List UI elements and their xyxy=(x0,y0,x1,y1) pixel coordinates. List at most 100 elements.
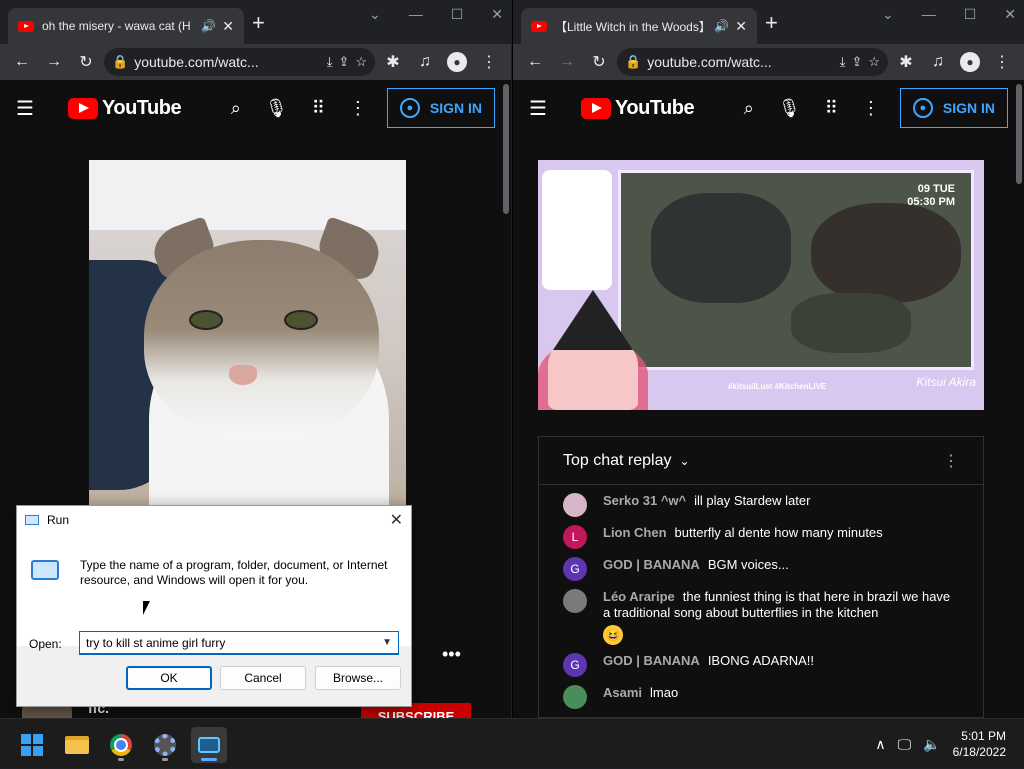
chat-author-avatar[interactable]: G xyxy=(563,653,587,677)
youtube-wordmark: YouTube xyxy=(102,96,182,119)
new-tab-button[interactable]: + xyxy=(252,12,265,34)
speaker-icon[interactable]: 🔊 xyxy=(714,19,729,33)
video-player[interactable] xyxy=(89,160,406,560)
chat-message-body: Léo Araripe the funniest thing is that he… xyxy=(603,589,959,645)
media-control-icon[interactable]: ♫ xyxy=(411,48,439,76)
bookmark-star-icon[interactable]: ☆ xyxy=(355,54,367,70)
maximize-button[interactable]: ☐ xyxy=(451,6,464,23)
reload-button[interactable]: ↻ xyxy=(72,48,100,76)
map-region xyxy=(811,203,961,303)
tab-wawa-cat[interactable]: oh the misery - wawa cat (H 🔊 ✕ xyxy=(8,8,244,44)
taskbar-chrome[interactable] xyxy=(103,727,139,763)
dropdown-arrow-icon[interactable]: ▼ xyxy=(382,637,392,648)
chevron-down-icon[interactable]: ⌄ xyxy=(369,6,381,23)
microphone-icon[interactable]: 🎙 xyxy=(778,98,801,119)
microphone-icon[interactable]: 🎙 xyxy=(265,98,288,119)
chat-message: G GOD | BANANA IBONG ADARNA!! xyxy=(539,649,983,681)
run-dialog: Run ✕ Type the name of a program, folder… xyxy=(16,505,412,707)
browser-menu-button[interactable]: ⋮ xyxy=(475,48,503,76)
chat-author-name[interactable]: Léo Araripe xyxy=(603,589,675,604)
sign-in-button[interactable]: ● SIGN IN xyxy=(899,88,1008,128)
speaker-icon[interactable]: 🔊 xyxy=(201,19,216,33)
close-tab-icon[interactable]: ✕ xyxy=(735,18,747,35)
start-button[interactable] xyxy=(14,727,50,763)
sign-in-button[interactable]: ● SIGN IN xyxy=(386,88,495,128)
browser-menu-button[interactable]: ⋮ xyxy=(988,48,1016,76)
taskbar-file-explorer[interactable] xyxy=(59,727,95,763)
scrollbar-thumb[interactable] xyxy=(1016,84,1022,184)
chat-message-text: IBONG ADARNA!! xyxy=(707,653,815,668)
hamburger-menu-icon[interactable]: ☰ xyxy=(529,96,555,121)
chat-author-name[interactable]: Lion Chen xyxy=(603,525,667,540)
volume-icon[interactable]: 🔈 xyxy=(923,736,940,753)
back-button[interactable]: ← xyxy=(8,48,36,76)
chat-more-icon[interactable]: ⋮ xyxy=(943,451,959,471)
media-control-icon[interactable]: ♫ xyxy=(924,48,952,76)
chat-author-avatar[interactable]: L xyxy=(563,525,587,549)
chat-mode-selector[interactable]: Top chat replay xyxy=(563,452,672,470)
close-icon[interactable]: ✕ xyxy=(390,510,403,530)
taskbar-settings[interactable] xyxy=(147,727,183,763)
address-bar[interactable]: 🔒 youtube.com/watc... ⤓ ⇪ ☆ xyxy=(617,48,888,76)
close-window-button[interactable]: ✕ xyxy=(491,6,503,23)
youtube-logo[interactable]: YouTube xyxy=(68,96,182,120)
ok-button[interactable]: OK xyxy=(126,666,212,690)
more-vert-icon[interactable]: ⋮ xyxy=(349,98,367,119)
reload-button[interactable]: ↻ xyxy=(585,48,613,76)
more-actions-icon[interactable]: ••• xyxy=(442,644,461,665)
network-icon[interactable]: 🖵 xyxy=(898,736,912,753)
chat-author-name[interactable]: GOD | BANANA xyxy=(603,653,700,668)
profile-button[interactable]: ● xyxy=(956,48,984,76)
forward-button[interactable]: → xyxy=(553,48,581,76)
laughing-emoji-icon: 😆 xyxy=(603,625,623,645)
chevron-down-icon[interactable]: ⌄ xyxy=(680,454,690,468)
chat-author-avatar[interactable] xyxy=(563,685,587,709)
new-tab-button[interactable]: + xyxy=(765,12,778,34)
video-player[interactable]: 09 TUE 05:30 PM #kitsuilLust #KitchenLIV… xyxy=(538,160,984,410)
hamburger-menu-icon[interactable]: ☰ xyxy=(16,96,42,121)
close-window-button[interactable]: ✕ xyxy=(1004,6,1016,23)
maximize-button[interactable]: ☐ xyxy=(964,6,977,23)
install-icon[interactable]: ⤓ xyxy=(840,54,846,70)
profile-button[interactable]: ● xyxy=(443,48,471,76)
share-icon[interactable]: ⇪ xyxy=(338,54,349,70)
install-icon[interactable]: ⤓ xyxy=(327,54,333,70)
chat-author-name[interactable]: GOD | BANANA xyxy=(603,557,700,572)
open-input-value[interactable]: try to kill st anime girl furry xyxy=(86,636,382,650)
taskbar-run[interactable] xyxy=(191,727,227,763)
search-icon[interactable]: ⌕ xyxy=(231,98,241,119)
chevron-down-icon[interactable]: ⌄ xyxy=(882,6,894,23)
forward-button[interactable]: → xyxy=(40,48,68,76)
chat-message-text: lmao xyxy=(650,685,679,700)
minimize-button[interactable]: — xyxy=(409,6,423,23)
open-input[interactable]: try to kill st anime girl furry ▼ xyxy=(79,631,399,655)
clock[interactable]: 5:01 PM 6/18/2022 xyxy=(953,728,1006,760)
apps-grid-icon[interactable]: ⠿ xyxy=(825,98,838,119)
back-button[interactable]: ← xyxy=(521,48,549,76)
extensions-icon[interactable]: ✱ xyxy=(892,48,920,76)
chat-author-name[interactable]: Asami xyxy=(603,685,642,700)
browse-button[interactable]: Browse... xyxy=(315,666,401,690)
chat-author-avatar[interactable]: G xyxy=(563,557,587,581)
address-bar[interactable]: 🔒 youtube.com/watc... ⤓ ⇪ ☆ xyxy=(104,48,375,76)
more-vert-icon[interactable]: ⋮ xyxy=(862,98,880,119)
bookmark-star-icon[interactable]: ☆ xyxy=(868,54,880,70)
chat-author-avatar[interactable] xyxy=(563,493,587,517)
run-program-icon xyxy=(31,560,59,580)
chat-author-avatar[interactable] xyxy=(563,589,587,613)
tab-little-witch[interactable]: 【Little Witch in the Woods】 🔊 ✕ xyxy=(521,8,757,44)
scrollbar-thumb[interactable] xyxy=(503,84,509,214)
cancel-button[interactable]: Cancel xyxy=(220,666,306,690)
chat-message: Léo Araripe the funniest thing is that he… xyxy=(539,585,983,649)
close-tab-icon[interactable]: ✕ xyxy=(222,18,234,35)
apps-grid-icon[interactable]: ⠿ xyxy=(312,98,325,119)
chevron-up-icon[interactable]: ∧ xyxy=(875,736,885,753)
share-icon[interactable]: ⇪ xyxy=(851,54,862,70)
search-icon[interactable]: ⌕ xyxy=(744,98,754,119)
url-text: youtube.com/watc... xyxy=(647,54,772,70)
youtube-header: ☰ YouTube ⌕ 🎙 ⠿ ⋮ ● SIGN IN xyxy=(513,80,1024,136)
extensions-icon[interactable]: ✱ xyxy=(379,48,407,76)
youtube-logo[interactable]: YouTube xyxy=(581,97,695,120)
chat-author-name[interactable]: Serko 31 ^w^ xyxy=(603,493,686,508)
minimize-button[interactable]: — xyxy=(922,6,936,23)
